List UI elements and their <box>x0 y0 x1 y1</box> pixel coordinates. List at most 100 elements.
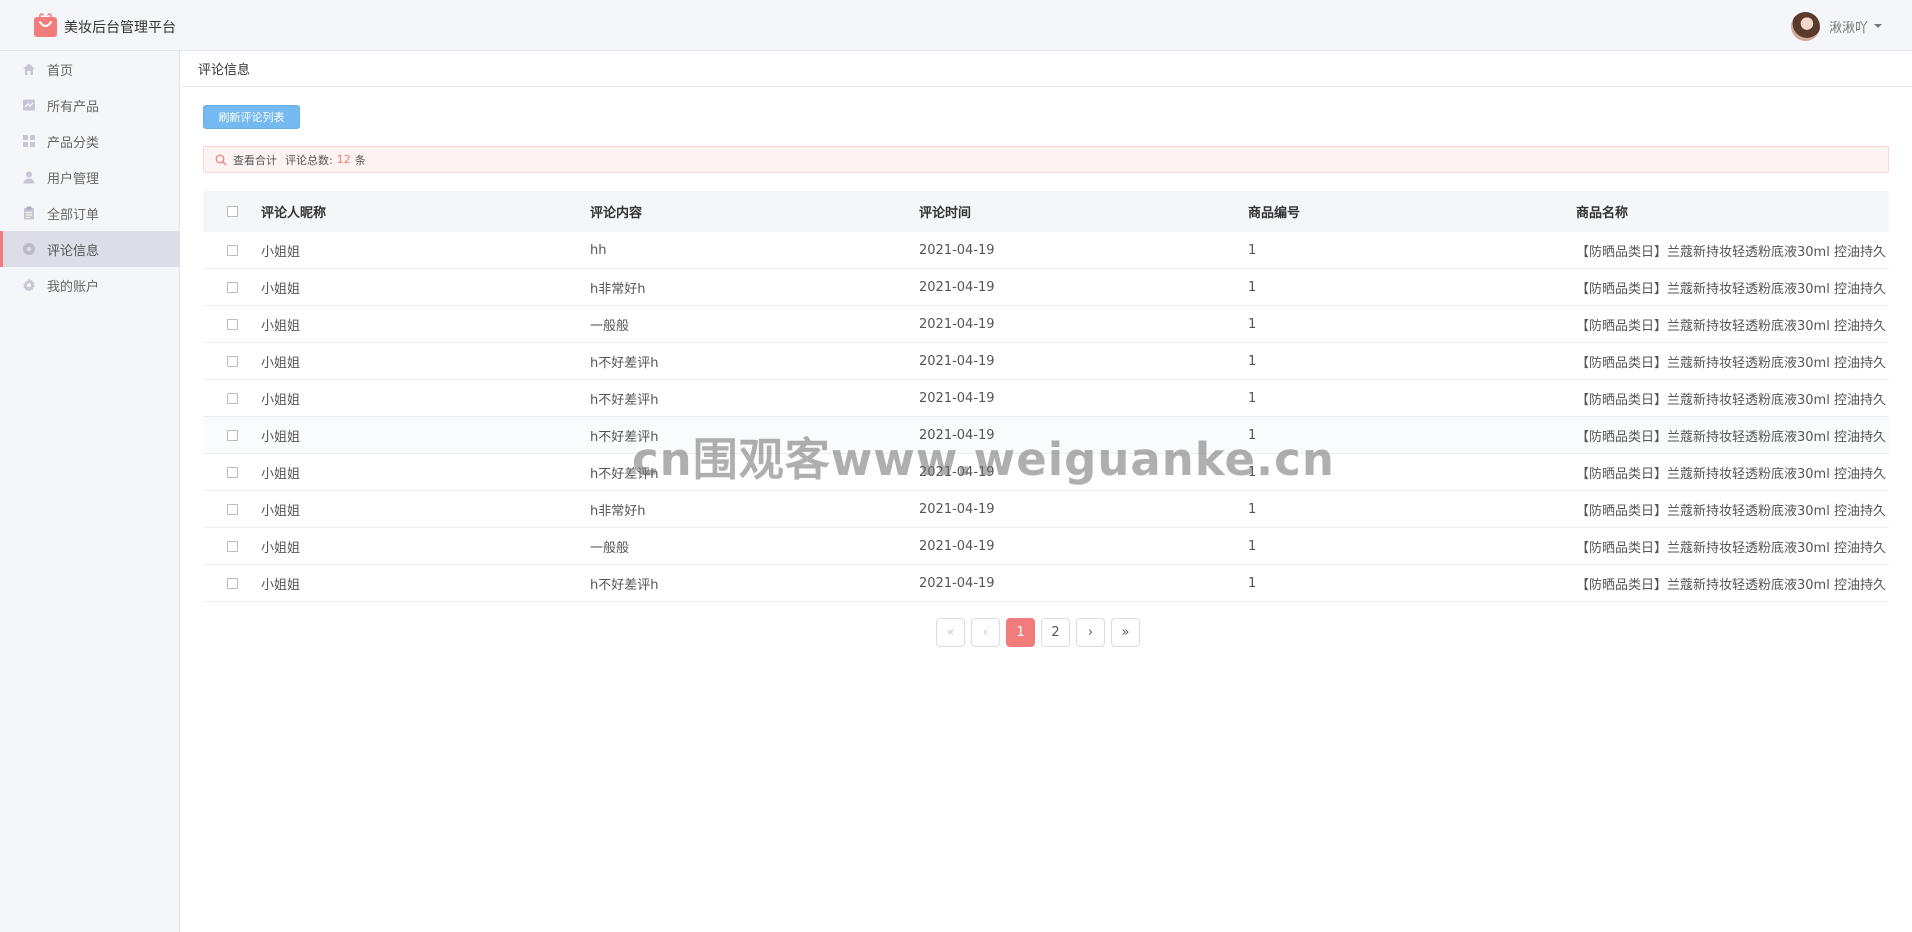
row-select-cell <box>203 577 261 589</box>
table-row[interactable]: 小姐姐 一般般 2021-04-19 1 【防晒品类日】兰蔻新持妆轻透粉底液30ml 控… <box>203 306 1889 343</box>
table-cell: 小姐姐 <box>261 244 301 260</box>
summary-title: 查看合计 <box>233 153 277 167</box>
user-menu[interactable]: 湫湫吖 <box>1790 11 1882 41</box>
table-cell: 2021-04-19 <box>919 464 995 480</box>
column-header[interactable]: 商品编号 <box>1248 202 1576 221</box>
row-select-cell <box>203 503 261 515</box>
table-row[interactable]: 小姐姐 h非常好h 2021-04-19 1 【防晒品类日】兰蔻新持妆轻透粉底液30ml… <box>203 269 1889 306</box>
table-cell: 【防晒品类日】兰蔻新持妆轻透粉底液30ml 控油持久 <box>1576 540 1886 556</box>
grid-icon <box>23 135 35 147</box>
comment-icon <box>23 243 35 255</box>
table-cell: 小姐姐 <box>261 466 301 482</box>
sidebar-item-users[interactable]: 用户管理 <box>0 159 179 195</box>
app-title: 美妆后台管理平台 <box>64 20 176 36</box>
row-checkbox[interactable] <box>226 503 238 515</box>
row-checkbox[interactable] <box>226 281 238 293</box>
breadcrumb: 评论信息 <box>181 51 1912 87</box>
table-row[interactable]: 小姐姐 h非常好h 2021-04-19 1 【防晒品类日】兰蔻新持妆轻透粉底液30ml… <box>203 491 1889 528</box>
sidebar-item-orders[interactable]: 全部订单 <box>0 195 179 231</box>
table-cell: h不好差评h <box>590 355 659 371</box>
row-select-cell <box>203 318 261 330</box>
table-row[interactable]: 小姐姐 h不好差评h 2021-04-19 1 【防晒品类日】兰蔻新持妆轻透粉底液30m… <box>203 343 1889 380</box>
select-all-checkbox[interactable] <box>226 206 238 217</box>
table-header: 评论人昵称 评论内容 评论时间 商品编号 商品名称 <box>203 191 1889 232</box>
sidebar-item-label: 所有产品 <box>47 99 100 115</box>
clipboard-icon <box>24 206 34 220</box>
table-row[interactable]: 小姐姐 一般般 2021-04-19 1 【防晒品类日】兰蔻新持妆轻透粉底液30ml 控… <box>203 528 1889 565</box>
column-header[interactable]: 评论内容 <box>590 202 919 221</box>
row-checkbox[interactable] <box>226 466 238 478</box>
summary-bar: 查看合计 评论总数: 12 条 <box>203 146 1889 173</box>
table-row[interactable]: 小姐姐 h不好差评h 2021-04-19 1 【防晒品类日】兰蔻新持妆轻透粉底液30m… <box>203 454 1889 491</box>
product-icon <box>23 99 35 111</box>
row-checkbox[interactable] <box>226 244 238 256</box>
table-cell: 一般般 <box>590 318 630 334</box>
column-header[interactable]: 评论人昵称 <box>261 202 590 221</box>
table-cell: 2021-04-19 <box>919 316 995 332</box>
table-cell: 【防晒品类日】兰蔻新持妆轻透粉底液30ml 控油持久 <box>1576 392 1886 408</box>
row-select-cell <box>203 429 261 441</box>
table-row[interactable]: 小姐姐 h不好差评h 2021-04-19 1 【防晒品类日】兰蔻新持妆轻透粉底液30m… <box>203 565 1889 602</box>
avatar[interactable] <box>1790 11 1820 41</box>
last-page-button[interactable]: » <box>1111 618 1140 647</box>
table-cell: hh <box>590 242 607 258</box>
table-cell: h非常好h <box>590 503 646 519</box>
sidebar-item-home[interactable]: 首页 <box>0 51 179 87</box>
prev-page-button[interactable]: ‹ <box>971 618 1000 647</box>
table-cell: 小姐姐 <box>261 355 301 371</box>
sidebar-item-categories[interactable]: 产品分类 <box>0 123 179 159</box>
page-button-2[interactable]: 2 <box>1041 618 1070 647</box>
row-checkbox[interactable] <box>226 540 238 552</box>
table-row[interactable]: 小姐姐 h不好差评h 2021-04-19 1 【防晒品类日】兰蔻新持妆轻透粉底液30m… <box>203 380 1889 417</box>
gear-icon <box>23 278 35 292</box>
table-cell: 1 <box>1248 316 1257 332</box>
main-content: 评论信息 刷新评论列表 查看合计 评论总数: 12 条 评论人昵称 评论内容 评… <box>181 51 1912 932</box>
table-cell: 2021-04-19 <box>919 427 995 443</box>
table-cell: 小姐姐 <box>261 281 301 297</box>
pagination: « ‹ 1 2 › » <box>936 618 1140 647</box>
refresh-comments-button[interactable]: 刷新评论列表 <box>203 105 300 129</box>
row-select-cell <box>203 392 261 404</box>
sidebar-item-comments[interactable]: 评论信息 <box>0 231 179 267</box>
table-row[interactable]: 小姐姐 h不好差评h 2021-04-19 1 【防晒品类日】兰蔻新持妆轻透粉底液30m… <box>203 417 1889 454</box>
table-cell: 小姐姐 <box>261 318 301 334</box>
table-cell: 2021-04-19 <box>919 501 995 517</box>
table-cell: 【防晒品类日】兰蔻新持妆轻透粉底液30ml 控油持久 <box>1576 577 1886 593</box>
table-cell: 【防晒品类日】兰蔻新持妆轻透粉底液30ml 控油持久 <box>1576 429 1886 445</box>
home-icon <box>23 63 35 75</box>
summary-unit: 条 <box>354 153 366 167</box>
sidebar-item-label: 产品分类 <box>47 135 100 151</box>
row-checkbox[interactable] <box>226 355 238 367</box>
next-page-button[interactable]: › <box>1076 618 1105 647</box>
table-cell: h不好差评h <box>590 466 659 482</box>
row-select-cell <box>203 244 261 256</box>
row-checkbox[interactable] <box>226 318 238 330</box>
sidebar-item-products[interactable]: 所有产品 <box>0 87 179 123</box>
table-cell: 【防晒品类日】兰蔻新持妆轻透粉底液30ml 控油持久 <box>1576 466 1886 482</box>
sidebar-item-label: 评论信息 <box>47 243 100 259</box>
column-header[interactable]: 评论时间 <box>919 202 1248 221</box>
page-button-1[interactable]: 1 <box>1006 618 1035 647</box>
first-page-button[interactable]: « <box>936 618 965 647</box>
sidebar-item-account[interactable]: 我的账户 <box>0 267 179 303</box>
username[interactable]: 湫湫吖 <box>1829 17 1868 36</box>
table-cell: 2021-04-19 <box>919 353 995 369</box>
table-row[interactable]: 小姐姐 hh 2021-04-19 1 【防晒品类日】兰蔻新持妆轻透粉底液30ml 控油… <box>203 232 1889 269</box>
table-cell: 一般般 <box>590 540 630 556</box>
row-checkbox[interactable] <box>226 429 238 441</box>
caret-down-icon[interactable] <box>1874 24 1882 28</box>
sidebar-item-label: 我的账户 <box>47 279 100 295</box>
user-icon <box>23 171 35 184</box>
sidebar-item-label: 首页 <box>47 63 74 79</box>
sidebar: 首页 所有产品 产品分类 用户管理 全部订单 评论信息 我的账户 <box>0 51 180 932</box>
column-header[interactable]: 商品名称 <box>1576 202 1889 221</box>
row-checkbox[interactable] <box>226 577 238 589</box>
table-cell: 小姐姐 <box>261 429 301 445</box>
row-select-cell <box>203 466 261 478</box>
table-cell: 【防晒品类日】兰蔻新持妆轻透粉底液30ml 控油持久 <box>1576 355 1886 371</box>
sidebar-item-label: 用户管理 <box>47 171 100 187</box>
row-checkbox[interactable] <box>226 392 238 404</box>
table-cell: h不好差评h <box>590 577 659 593</box>
table-cell: 【防晒品类日】兰蔻新持妆轻透粉底液30ml 控油持久 <box>1576 281 1886 297</box>
table-cell: h不好差评h <box>590 429 659 445</box>
